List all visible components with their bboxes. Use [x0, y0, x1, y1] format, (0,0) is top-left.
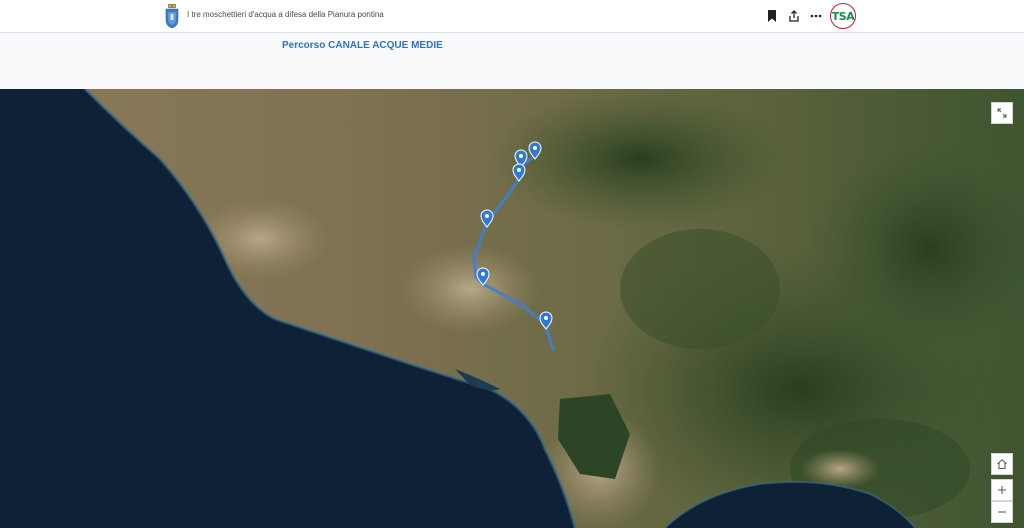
map-terrain[interactable] [0, 89, 1024, 528]
home-button[interactable] [991, 453, 1013, 475]
home-icon [997, 459, 1007, 469]
municipal-crest-icon[interactable] [164, 4, 180, 29]
site-title[interactable]: I tre moschettieri d'acqua a difesa dell… [187, 10, 384, 19]
share-icon[interactable] [786, 8, 802, 24]
zoom-out-button[interactable] [991, 501, 1013, 523]
route-title: Percorso CANALE ACQUE MEDIE [282, 40, 443, 51]
app-header: I tre moschettieri d'acqua a difesa dell… [0, 0, 1024, 33]
fullscreen-button[interactable] [991, 102, 1013, 124]
zoom-in-icon [998, 486, 1006, 494]
bookmark-icon[interactable] [764, 8, 780, 24]
story-title-band: Percorso CANALE ACQUE MEDIE [0, 33, 1024, 89]
zoom-in-button[interactable] [991, 479, 1013, 501]
zoom-out-icon [998, 511, 1006, 513]
satellite-map[interactable] [0, 89, 1024, 528]
logo-text: TSA [831, 9, 855, 23]
expand-icon [997, 108, 1007, 118]
more-icon[interactable] [808, 8, 824, 24]
organization-logo[interactable]: TSA [830, 3, 856, 29]
hills-central [620, 229, 780, 349]
urban-area-center [400, 244, 540, 334]
